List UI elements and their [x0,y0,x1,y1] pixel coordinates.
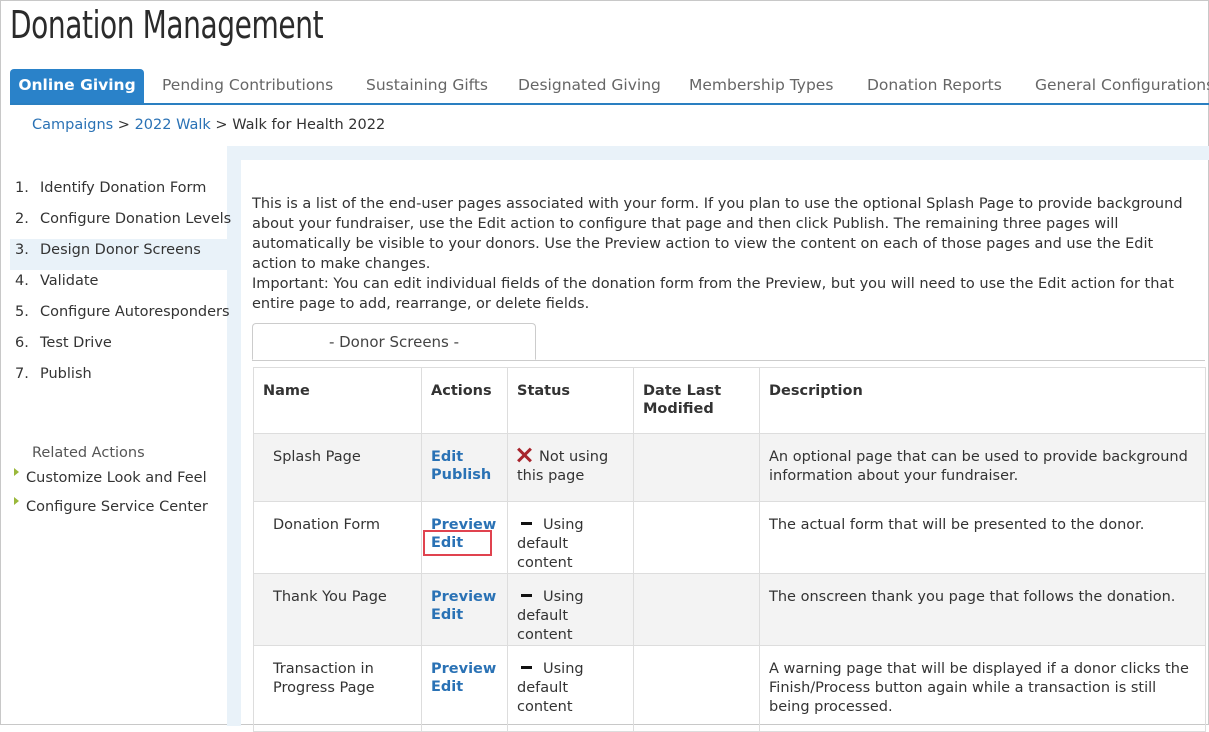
step-label: Configure Donation Levels [40,211,232,227]
step-label: Publish [40,366,92,382]
tab-general-configurations[interactable]: General Configurations [1035,69,1209,103]
tab-donation-reports[interactable]: Donation Reports [867,69,1002,103]
preview-link[interactable]: Preview [431,588,499,606]
subtab-bar: - Donor Screens - [252,323,1205,361]
breadcrumb-2022-walk-link[interactable]: 2022 Walk [135,117,211,133]
row-name: Donation Form [253,501,422,574]
column-header-name: Name [253,367,422,434]
row-actions: Preview Edit [421,501,508,574]
column-header-description: Description [759,367,1206,434]
step-design-donor-screens[interactable]: 3. Design Donor Screens [10,239,228,270]
bullet-triangle-icon [14,468,19,476]
row-status: Using default content [507,573,634,646]
step-number: 7. [15,366,29,382]
row-description: The actual form that will be presented t… [759,501,1206,574]
edit-link[interactable]: Edit [431,678,499,696]
step-number: 1. [15,180,29,196]
intro-text: This is a list of the end-user pages ass… [252,196,1183,272]
breadcrumb-separator: > [113,117,135,133]
preview-link[interactable]: Preview [431,660,499,678]
content-frame-top [227,146,1209,160]
row-description: An optional page that can be used to pro… [759,433,1206,502]
step-publish[interactable]: 7. Publish [10,363,228,394]
donor-screens-table: Name Actions Status Date Last Modified D… [253,367,1206,732]
main-tabs: Online Giving Pending Contributions Sust… [10,69,1209,105]
customize-look-and-feel-link[interactable]: Customize Look and Feel [14,467,208,496]
row-date [633,573,760,646]
row-name: Thank You Page [253,573,422,646]
column-header-actions: Actions [421,367,508,434]
step-label: Test Drive [40,335,112,351]
step-label: Identify Donation Form [40,180,207,196]
related-action-label: Customize Look and Feel [26,470,207,486]
related-actions: Customize Look and Feel Configure Servic… [14,467,208,525]
row-description: The onscreen thank you page that follows… [759,573,1206,646]
status-text: Using default content [517,661,584,715]
related-actions-heading: Related Actions [32,445,145,461]
row-name: Transaction in Progress Page [253,645,422,732]
dash-icon [521,666,532,669]
row-date [633,645,760,732]
page-title: Donation Management [10,3,324,47]
breadcrumb: Campaigns > 2022 Walk > Walk for Health … [32,117,385,133]
related-action-label: Configure Service Center [26,499,208,515]
row-status: Not using this page [507,433,634,502]
table-row: Transaction in Progress Page Preview Edi… [253,645,1206,732]
row-status: Using default content [507,501,634,574]
bullet-triangle-icon [14,497,19,505]
column-header-status: Status [507,367,634,434]
status-text: Using default content [517,589,584,643]
dash-icon [521,522,532,525]
step-identify-donation-form[interactable]: 1. Identify Donation Form [10,177,228,208]
edit-link[interactable]: Edit [431,448,499,466]
breadcrumb-campaigns-link[interactable]: Campaigns [32,117,113,133]
row-actions: Edit Publish [421,433,508,502]
row-description: A warning page that will be displayed if… [759,645,1206,732]
step-configure-donation-levels[interactable]: 2. Configure Donation Levels [10,208,232,239]
preview-link[interactable]: Preview [431,516,499,534]
table-row: Donation Form Preview Edit Using default… [253,501,1206,574]
important-note: Important: You can edit individual field… [252,276,1174,312]
table-row: Splash Page Edit Publish Not using this … [253,433,1206,502]
dash-icon [521,594,532,597]
step-number: 2. [15,211,29,227]
table-row: Thank You Page Preview Edit Using defaul… [253,573,1206,646]
edit-link-highlighted[interactable]: Edit [423,530,492,556]
step-configure-autoresponders[interactable]: 5. Configure Autoresponders [10,301,230,332]
row-date [633,501,760,574]
row-status: Using default content [507,645,634,732]
step-nav: 1. Identify Donation Form 2. Configure Don… [10,177,232,394]
configure-service-center-link[interactable]: Configure Service Center [14,496,208,525]
step-number: 6. [15,335,29,351]
step-number: 5. [15,304,29,320]
step-label: Validate [40,273,99,289]
step-number: 3. [15,242,29,258]
step-label: Configure Autoresponders [40,304,230,320]
step-label: Design Donor Screens [40,242,201,258]
edit-link[interactable]: Edit [431,606,499,624]
tab-pending-contributions[interactable]: Pending Contributions [162,69,333,103]
publish-link[interactable]: Publish [431,466,499,484]
x-icon [517,448,531,462]
tab-sustaining-gifts[interactable]: Sustaining Gifts [366,69,488,103]
tab-membership-types[interactable]: Membership Types [689,69,833,103]
step-test-drive[interactable]: 6. Test Drive [10,332,228,363]
tab-donor-screens[interactable]: - Donor Screens - [252,323,536,360]
content-frame-left [227,146,241,726]
row-date [633,433,760,502]
step-validate[interactable]: 4. Validate [10,270,228,301]
status-text: Using default content [517,517,584,571]
breadcrumb-current: Walk for Health 2022 [232,117,386,133]
breadcrumb-separator: > [210,117,233,133]
row-name: Splash Page [253,433,422,502]
tab-designated-giving[interactable]: Designated Giving [518,69,661,103]
row-actions: Preview Edit [421,573,508,646]
step-number: 4. [15,273,29,289]
column-header-date-last-modified: Date Last Modified [633,367,760,434]
tab-online-giving[interactable]: Online Giving [10,69,144,103]
row-actions: Preview Edit [421,645,508,732]
